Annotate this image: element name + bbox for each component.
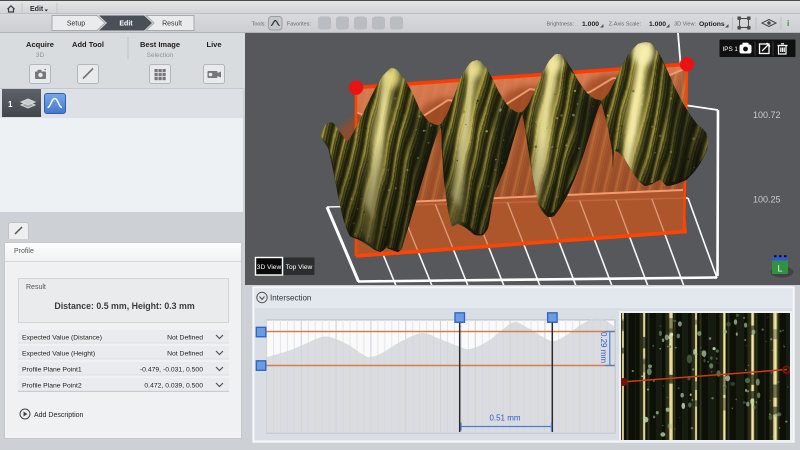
svg-text:Add Description: Add Description — [34, 412, 84, 419]
svg-text:Brightness:: Brightness: — [546, 22, 574, 28]
svg-text:Best Image: Best Image — [140, 40, 180, 49]
svg-text:3D View:: 3D View: — [674, 22, 696, 28]
svg-text:Add Tool: Add Tool — [72, 40, 104, 49]
svg-text:Not Defined: Not Defined — [167, 351, 203, 358]
svg-text:Edit: Edit — [119, 21, 133, 28]
svg-text:Selection: Selection — [147, 52, 174, 59]
svg-text:-0.479, -0.031, 0.500: -0.479, -0.031, 0.500 — [140, 367, 203, 374]
svg-text:Live: Live — [206, 40, 221, 49]
svg-text:0.29 mm: 0.29 mm — [599, 332, 608, 363]
svg-text:0.51 mm: 0.51 mm — [489, 414, 520, 423]
svg-text:Options: Options — [699, 21, 725, 28]
svg-text:3D: 3D — [36, 52, 45, 59]
svg-text:Tools:: Tools: — [252, 22, 267, 28]
svg-text:Edit: Edit — [30, 6, 44, 13]
svg-text:Z-Axis Scale:: Z-Axis Scale: — [609, 22, 642, 28]
svg-text:100.25: 100.25 — [753, 195, 781, 205]
svg-text:1.000: 1.000 — [649, 21, 666, 28]
svg-text:Result: Result — [162, 21, 182, 28]
svg-text:L: L — [777, 264, 782, 274]
svg-text:Not Defined: Not Defined — [167, 335, 203, 342]
svg-text:3D View: 3D View — [257, 264, 282, 271]
svg-text:Acquire: Acquire — [26, 40, 54, 49]
svg-text:Profile Plane Point2: Profile Plane Point2 — [22, 383, 82, 390]
svg-text:IPS 1: IPS 1 — [723, 46, 739, 53]
svg-text:Intersection: Intersection — [270, 294, 311, 303]
svg-text:1: 1 — [8, 100, 13, 109]
svg-text:i: i — [787, 19, 789, 28]
svg-text:100.72: 100.72 — [753, 110, 781, 120]
svg-text:Setup: Setup — [67, 21, 85, 28]
svg-text:0.472, 0.039, 0.500: 0.472, 0.039, 0.500 — [144, 383, 203, 390]
svg-text:Expected Value (Distance): Expected Value (Distance) — [22, 335, 102, 342]
svg-text:Expected Value (Height): Expected Value (Height) — [22, 351, 95, 358]
svg-text:Favorites:: Favorites: — [287, 22, 312, 28]
svg-text:Top View: Top View — [286, 264, 313, 271]
svg-text:Profile Plane Point1: Profile Plane Point1 — [22, 367, 82, 374]
svg-text:1.000: 1.000 — [582, 21, 599, 28]
